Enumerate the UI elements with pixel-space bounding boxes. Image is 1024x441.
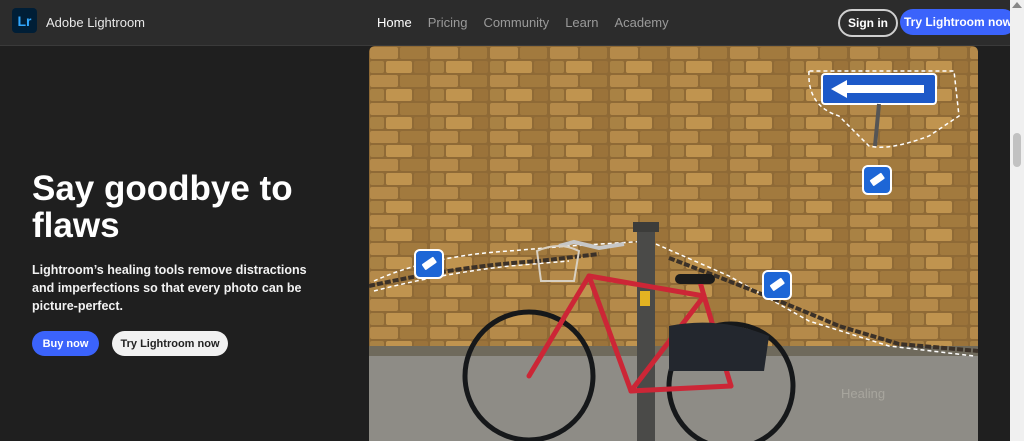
nav-item-academy[interactable]: Academy [614,15,668,30]
sign-in-button[interactable]: Sign in [838,9,898,37]
brand-name[interactable]: Adobe Lightroom [46,15,145,30]
nav-item-community[interactable]: Community [483,15,549,30]
lightroom-logo-icon[interactable]: Lr [12,8,37,33]
eraser-icon[interactable] [862,165,892,195]
scroll-up-arrow-icon[interactable] [1012,2,1022,8]
svg-text:Healing: Healing [841,386,885,401]
eraser-icon[interactable] [414,249,444,279]
buy-now-button[interactable]: Buy now [32,331,99,356]
scrollbar-thumb[interactable] [1013,133,1021,167]
nav-item-pricing[interactable]: Pricing [428,15,468,30]
nav-item-learn[interactable]: Learn [565,15,598,30]
nav-item-home[interactable]: Home [377,15,412,30]
eraser-icon[interactable] [762,270,792,300]
page-scrollbar[interactable] [1010,0,1024,441]
hero-description: Lightroom’s healing tools remove distrac… [32,263,307,313]
try-lightroom-button[interactable]: Try Lightroom now [112,331,228,356]
top-navigation-bar: Lr Adobe Lightroom Home Pricing Communit… [0,0,1016,46]
hero-photo: Healing [369,46,978,441]
try-lightroom-header-button[interactable]: Try Lightroom now [900,9,1016,35]
main-nav: Home Pricing Community Learn Academy [377,15,669,30]
hero-title: Say goodbye to flaws [32,169,293,245]
